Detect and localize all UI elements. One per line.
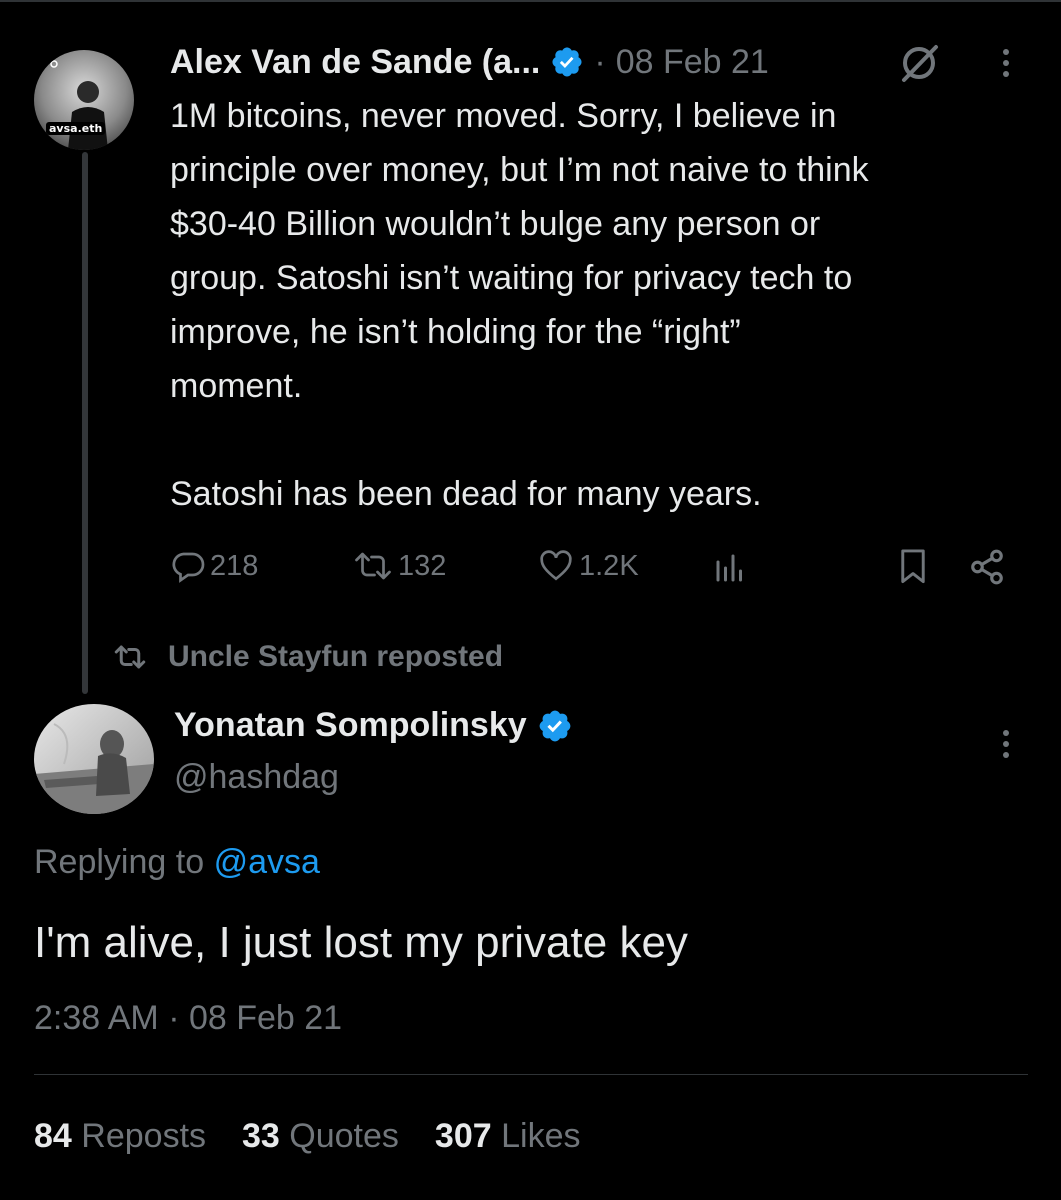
share-icon[interactable] (968, 548, 1006, 591)
grok-icon[interactable] (898, 42, 940, 84)
main-author-name[interactable]: Yonatan Sompolinsky (174, 706, 527, 745)
quotes-stat[interactable]: 33 Quotes (242, 1117, 399, 1156)
likes-stat-count: 307 (434, 1117, 492, 1155)
more-vertical-icon[interactable] (1003, 49, 1009, 77)
replying-to-prefix: Replying to (34, 843, 205, 881)
avatar-photo (34, 704, 154, 814)
header-separator: · (594, 42, 606, 81)
like-action[interactable]: 1.2K (537, 548, 639, 584)
quoted-author-name[interactable]: Alex Van de Sande (a... (170, 43, 540, 82)
main-tweet-header: Yonatan Sompolinsky (174, 706, 573, 745)
replying-to: Replying to @avsa (34, 843, 320, 882)
verified-badge-icon (537, 708, 573, 744)
repost-banner-text: Uncle Stayfun reposted (168, 640, 504, 673)
reposts-stat[interactable]: 84 Reposts (34, 1117, 206, 1156)
repost-icon (355, 552, 391, 580)
repost-count: 132 (398, 549, 447, 582)
avatar-label: avsa.eth (46, 122, 106, 135)
stats-divider (34, 1074, 1028, 1075)
heart-icon (540, 550, 572, 581)
quoted-tweet-text: 1M bitcoins, never moved. Sorry, I belie… (170, 97, 869, 513)
verified-badge-icon (550, 45, 584, 79)
more-vertical-icon[interactable] (1003, 730, 1009, 758)
reply-count: 218 (210, 549, 259, 582)
reposts-stat-count: 84 (34, 1117, 72, 1155)
main-tweet-timestamp[interactable]: 2:38 AM · 08 Feb 21 (34, 999, 342, 1038)
analytics-icon[interactable] (712, 550, 748, 591)
like-count: 1.2K (579, 549, 639, 582)
likes-stat[interactable]: 307 Likes (435, 1117, 581, 1156)
quoted-tweet-header: Alex Van de Sande (a... · 08 Feb 21 (170, 38, 769, 86)
top-divider (0, 0, 1061, 2)
main-author-handle[interactable]: @hashdag (174, 758, 339, 797)
repost-action[interactable]: 132 (352, 548, 446, 584)
engagement-stats: 84 Reposts 33 Quotes 307 Likes (34, 1117, 580, 1156)
quoted-author-avatar[interactable]: avsa.eth (34, 50, 134, 150)
avatar-photo (34, 50, 134, 150)
quotes-stat-count: 33 (242, 1117, 280, 1155)
quoted-tweet-date[interactable]: 08 Feb 21 (616, 43, 769, 82)
reply-icon (172, 552, 205, 583)
likes-stat-label: Likes (501, 1117, 581, 1155)
quotes-stat-label: Quotes (289, 1117, 399, 1155)
bookmark-icon[interactable] (895, 548, 931, 591)
reposts-stat-label: Reposts (81, 1117, 207, 1155)
main-author-avatar[interactable] (34, 704, 154, 814)
replying-to-handle[interactable]: @avsa (214, 843, 320, 881)
reply-action[interactable]: 218 (170, 548, 258, 584)
thread-connector-line (82, 152, 88, 694)
repost-indicator-icon (114, 645, 146, 669)
repost-banner[interactable]: Uncle Stayfun reposted (112, 640, 503, 674)
main-tweet-text: I'm alive, I just lost my private key (34, 918, 688, 967)
